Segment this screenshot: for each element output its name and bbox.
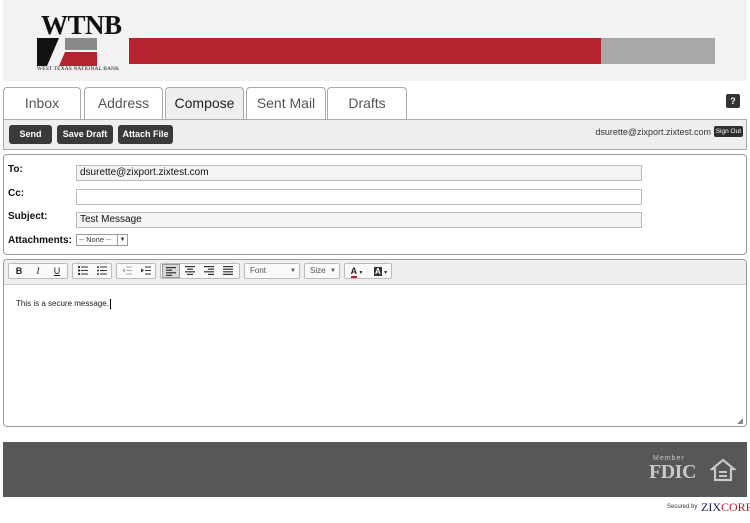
to-label: To: [8, 164, 23, 175]
attach-file-button[interactable]: Attach File [118, 125, 173, 144]
background-color-label: A [373, 267, 382, 276]
list-group [72, 263, 112, 279]
help-icon[interactable]: ? [726, 94, 740, 108]
ordered-list-icon[interactable] [74, 264, 92, 278]
bank-logo-icon [37, 38, 97, 66]
header-gray-bar [601, 38, 715, 64]
footer: Member FDIC [3, 442, 747, 497]
header-red-bar [129, 38, 601, 64]
text-color-button[interactable]: A ▼ [346, 264, 368, 278]
resize-handle-icon[interactable] [737, 418, 743, 424]
tab-drafts[interactable]: Drafts [327, 87, 407, 119]
font-dropdown[interactable]: Font ▼ [244, 263, 300, 279]
bullet-list-icon[interactable] [93, 264, 111, 278]
chevron-down-icon: ▼ [290, 268, 296, 274]
secured-by-text: Secured by [667, 504, 698, 510]
color-group: A ▼ A ▼ [344, 263, 392, 279]
attachments-label: Attachments: [8, 235, 72, 246]
tab-address[interactable]: Address [84, 87, 163, 119]
editor-toolbar: B I U Font ▼ Size ▼ A ▼ A ▼ [4, 260, 746, 285]
bank-name: WEST TEXAS NATIONAL BANK [37, 66, 120, 72]
sign-out-button[interactable]: Sign Out [713, 126, 743, 137]
subject-label: Subject: [8, 211, 48, 222]
indent-group [116, 263, 156, 279]
bold-button[interactable]: B [10, 264, 28, 278]
outdent-icon[interactable] [118, 264, 136, 278]
zixcorp-logo: ZIXCORP [701, 500, 750, 515]
align-justify-icon[interactable] [219, 264, 237, 278]
message-editor: B I U Font ▼ Size ▼ A ▼ A ▼ This is a se… [3, 259, 747, 427]
message-header-form: To: dsurette@zixport.zixtest.com Cc: Sub… [3, 154, 747, 255]
attachments-selected-value: -- None -- [79, 235, 112, 244]
cc-field[interactable] [76, 189, 642, 205]
fdic-text: FDIC [649, 461, 696, 483]
font-dropdown-label: Font [250, 266, 267, 275]
cc-label: Cc: [8, 188, 25, 199]
save-draft-button[interactable]: Save Draft [57, 125, 113, 144]
nav-tabs: Inbox Address Compose Sent Mail Drafts [3, 87, 747, 121]
equal-housing-lender-icon [710, 458, 736, 482]
text-caret [109, 299, 111, 309]
tab-compose[interactable]: Compose [165, 87, 244, 121]
align-left-icon[interactable] [162, 264, 180, 278]
zix-text: ZIX [701, 500, 721, 514]
tab-inbox[interactable]: Inbox [3, 87, 81, 119]
to-field[interactable]: dsurette@zixport.zixtest.com [76, 165, 642, 181]
tab-sent-mail[interactable]: Sent Mail [246, 87, 326, 119]
send-button[interactable]: Send [9, 125, 52, 144]
background-color-button[interactable]: A ▼ [370, 264, 392, 278]
compose-toolbar: Send Save Draft Attach File dsurette@zix… [3, 119, 747, 150]
corp-text: CORP [721, 500, 750, 514]
size-dropdown-label: Size [310, 266, 326, 275]
align-center-icon[interactable] [181, 264, 199, 278]
underline-button[interactable]: U [48, 264, 66, 278]
fdic-logo: Member FDIC [649, 455, 704, 485]
chevron-down-icon: ▼ [117, 235, 127, 245]
indent-icon[interactable] [137, 264, 155, 278]
user-email: dsurette@zixport.zixtest.com [595, 127, 711, 137]
chevron-down-icon: ▼ [330, 268, 336, 274]
align-right-icon[interactable] [200, 264, 218, 278]
text-style-group: B I U [8, 263, 68, 279]
attachments-select[interactable]: -- None -- ▼ [76, 234, 128, 246]
italic-button[interactable]: I [29, 264, 47, 278]
message-body-text: This is a secure message. [16, 299, 109, 309]
align-group [160, 263, 240, 279]
size-dropdown[interactable]: Size ▼ [304, 263, 340, 279]
message-body[interactable]: This is a secure message. [16, 299, 111, 309]
bank-logo-text: WTNB [41, 10, 122, 40]
subject-field[interactable]: Test Message [76, 212, 642, 228]
